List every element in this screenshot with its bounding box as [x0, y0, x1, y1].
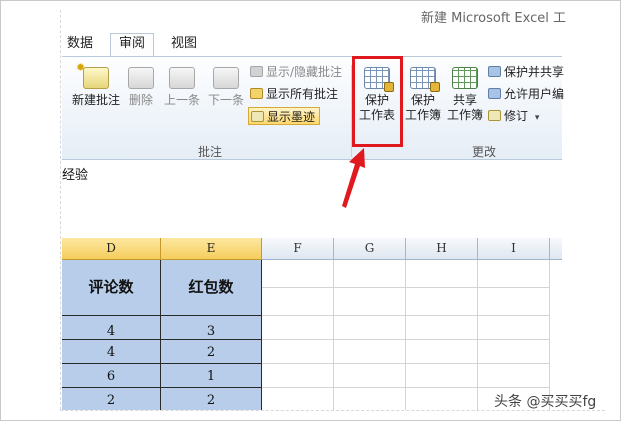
empty-cell[interactable]: [334, 364, 406, 388]
empty-cell[interactable]: [406, 288, 478, 316]
protect-workbook-icon: [410, 67, 440, 92]
header-cell-red-packets[interactable]: 红包数: [161, 260, 262, 316]
track-changes-icon: [488, 110, 501, 121]
table-cell[interactable]: 1: [161, 364, 262, 388]
previous-arrow-icon: [169, 67, 195, 89]
empty-cell[interactable]: [262, 388, 334, 410]
table-cell[interactable]: 2: [161, 340, 262, 364]
share-workbook-icon: [452, 67, 478, 89]
show-hide-comment-label: 显示/隐藏批注: [266, 65, 343, 79]
share-workbook-button[interactable]: 共享 工作簿: [445, 67, 485, 123]
empty-cell[interactable]: [478, 316, 550, 340]
column-header-i[interactable]: I: [478, 238, 550, 260]
share-workbook-label-1: 共享: [452, 93, 477, 107]
window-title: 新建 Microsoft Excel 工: [421, 11, 566, 26]
empty-cell[interactable]: [406, 316, 478, 340]
share-workbook-label-2: 工作簿: [446, 108, 483, 122]
column-header-g[interactable]: G: [334, 238, 406, 260]
protect-workbook-label-2: 工作簿: [404, 108, 441, 122]
table-cell[interactable]: 2: [161, 388, 262, 410]
empty-cell[interactable]: [406, 260, 478, 288]
column-header-e[interactable]: E: [161, 238, 262, 260]
comments-group-label: 批注: [198, 145, 223, 159]
red-arrow-icon: [342, 148, 365, 208]
lock-icon: [430, 82, 440, 92]
changes-group-label: 更改: [472, 145, 497, 159]
protect-share-icon: [488, 66, 501, 77]
table-cell[interactable]: 4: [62, 316, 161, 340]
show-all-comments-label: 显示所有批注: [266, 87, 339, 101]
show-hide-comment-button[interactable]: 显示/隐藏批注: [250, 63, 342, 81]
next-arrow-icon: [213, 67, 239, 89]
next-comment-button[interactable]: 下一条: [206, 67, 246, 108]
allow-users-label: 允许用户编: [504, 87, 565, 101]
all-comments-icon: [250, 88, 263, 99]
empty-cell[interactable]: [334, 316, 406, 340]
next-comment-label: 下一条: [207, 93, 244, 107]
ribbon-review: 新建批注 删除 上一条 下一条 显示/隐藏批注 显示所有批注 显示墨迹 批注 保…: [62, 56, 564, 160]
track-changes-button[interactable]: 修订 ▾: [488, 107, 539, 125]
table-cell[interactable]: 6: [62, 364, 161, 388]
protect-and-share-button[interactable]: 保护并共享: [488, 63, 564, 81]
empty-cell[interactable]: [334, 288, 406, 316]
empty-cell[interactable]: [262, 340, 334, 364]
empty-cell[interactable]: [262, 288, 334, 316]
empty-cell[interactable]: [478, 260, 550, 288]
empty-cell[interactable]: [478, 364, 550, 388]
empty-cell[interactable]: [334, 260, 406, 288]
spreadsheet-grid: D E F G H I 评论数 红包数 4 3 4 2 6 1 2 2: [62, 238, 562, 410]
tab-review[interactable]: 审阅: [110, 33, 154, 57]
protect-workbook-label-1: 保护: [410, 93, 435, 107]
empty-cell[interactable]: [334, 340, 406, 364]
protect-sheet-highlight-box: [352, 56, 403, 147]
comment-toggle-icon: [250, 66, 263, 77]
show-ink-label: 显示墨迹: [267, 110, 316, 124]
delete-comment-label: 删除: [128, 93, 153, 107]
empty-cell[interactable]: [262, 316, 334, 340]
protect-and-share-label: 保护并共享: [504, 65, 565, 79]
header-cell-comments[interactable]: 评论数: [62, 260, 161, 316]
ink-icon: [251, 111, 264, 122]
empty-cell[interactable]: [478, 288, 550, 316]
dashed-guide-left: [60, 10, 61, 410]
tab-view[interactable]: 视图: [164, 34, 204, 56]
allow-users-edit-button[interactable]: 允许用户编: [488, 85, 564, 103]
table-cell[interactable]: 4: [62, 340, 161, 364]
column-header-d[interactable]: D: [62, 238, 161, 260]
empty-cell[interactable]: [334, 388, 406, 410]
ribbon-tabs: 数据 审阅 视图: [62, 31, 562, 57]
previous-comment-button[interactable]: 上一条: [162, 67, 202, 108]
new-comment-icon: [76, 60, 109, 89]
show-all-comments-button[interactable]: 显示所有批注: [250, 85, 338, 103]
protect-workbook-button[interactable]: 保护 工作簿: [403, 67, 443, 123]
empty-cell[interactable]: [406, 340, 478, 364]
table-cell[interactable]: 3: [161, 316, 262, 340]
allow-users-icon: [488, 88, 501, 99]
table-cell[interactable]: 2: [62, 388, 161, 410]
partial-cell-text: 经验: [62, 168, 89, 183]
delete-comment-button[interactable]: 删除: [126, 67, 156, 108]
empty-cell[interactable]: [406, 364, 478, 388]
empty-cell[interactable]: [262, 364, 334, 388]
new-comment-label: 新建批注: [71, 93, 120, 107]
column-header-f[interactable]: F: [262, 238, 334, 260]
previous-comment-label: 上一条: [163, 93, 200, 107]
track-changes-label: 修订: [504, 109, 529, 123]
watermark-text: 头条 @买买买fg: [494, 394, 597, 410]
delete-comment-icon: [128, 67, 154, 89]
chevron-down-icon: ▾: [534, 113, 540, 123]
empty-cell[interactable]: [406, 388, 478, 410]
column-header-h[interactable]: H: [406, 238, 478, 260]
empty-cell[interactable]: [478, 340, 550, 364]
column-header-next[interactable]: [550, 238, 562, 260]
new-comment-button[interactable]: 新建批注: [70, 60, 122, 108]
tab-data[interactable]: 数据: [62, 34, 98, 56]
show-ink-button[interactable]: 显示墨迹: [248, 107, 321, 125]
empty-cell[interactable]: [262, 260, 334, 288]
